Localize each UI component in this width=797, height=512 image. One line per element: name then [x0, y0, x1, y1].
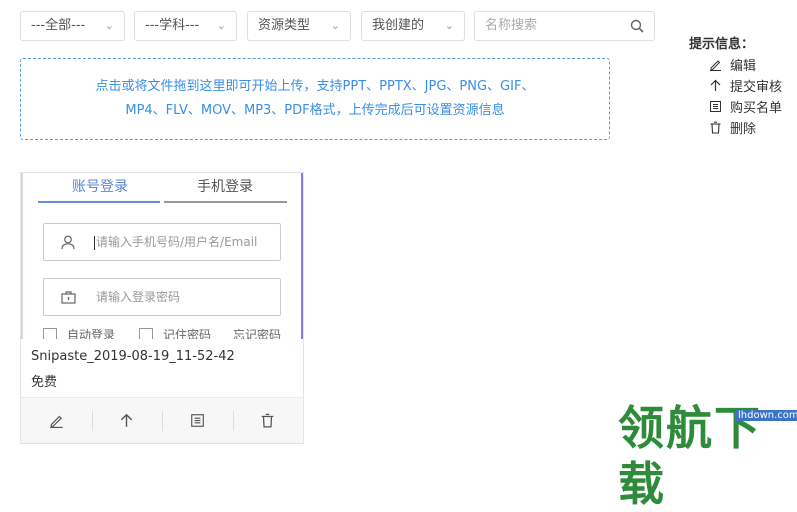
chevron-down-icon: ⌄: [104, 19, 114, 32]
auto-login-checkbox: [43, 328, 57, 339]
watermark-url: lhdown.com: [735, 410, 797, 421]
forgot-password-link: 忘记密码: [233, 328, 282, 339]
chevron-down-icon: ⌄: [444, 19, 454, 32]
list-icon: [710, 101, 721, 112]
search-icon[interactable]: [630, 19, 644, 33]
resource-thumbnail[interactable]: 账号登录 手机登录 请输入手机号码/用户名/Email 请输入登录密码 自动登录…: [21, 173, 303, 339]
filter-subject-value: ---学科---: [145, 18, 200, 33]
chevron-down-icon: ⌄: [216, 19, 226, 32]
resource-card[interactable]: 账号登录 手机登录 请输入手机号码/用户名/Email 请输入登录密码 自动登录…: [20, 172, 304, 444]
hint-row-buyers: 购买名单: [689, 96, 782, 117]
arrow-up-icon: [710, 79, 721, 91]
username-field-preview: 请输入手机号码/用户名/Email: [43, 223, 281, 261]
filter-subject-select[interactable]: ---学科--- ⌄: [134, 11, 237, 41]
hint-title: 提示信息：: [689, 37, 755, 52]
card-action-bar: [21, 397, 303, 443]
hint-panel: 提示信息： 编辑 提交审核 购买名单 删除: [689, 33, 782, 138]
search-input[interactable]: 名称搜索: [474, 11, 655, 41]
hint-row-edit: 编辑: [689, 54, 782, 75]
submit-review-button[interactable]: [91, 398, 163, 443]
edit-icon: [49, 415, 63, 428]
resource-filename: Snipaste_2019-08-19_11-52-42: [31, 349, 235, 364]
hint-row-submit: 提交审核: [689, 75, 782, 96]
filter-all-value: ---全部---: [31, 18, 86, 33]
trash-icon: [261, 413, 274, 428]
thumbnail-edge: [21, 173, 23, 339]
hint-row-delete: 删除: [689, 117, 782, 138]
filter-mine-value: 我创建的: [372, 18, 425, 33]
user-icon: [61, 235, 75, 250]
filter-type-select[interactable]: 资源类型 ⌄: [247, 11, 351, 41]
chevron-down-icon: ⌄: [330, 19, 340, 32]
resource-price: 免费: [31, 375, 58, 390]
password-field-preview: 请输入登录密码: [43, 278, 281, 316]
tab-account-login: 账号登录: [72, 179, 128, 195]
hint-label-delete: 删除: [730, 122, 757, 137]
tab-underline: [164, 201, 287, 203]
thumbnail-edge: [301, 173, 303, 339]
remember-label: 记住密码: [163, 328, 212, 339]
hint-label-edit: 编辑: [730, 59, 757, 74]
username-placeholder: 请输入手机号码/用户名/Email: [96, 235, 258, 249]
list-icon: [190, 414, 204, 427]
hint-label-submit: 提交审核: [730, 80, 783, 95]
delete-button[interactable]: [232, 398, 304, 443]
filter-type-value: 资源类型: [258, 18, 311, 33]
edit-button[interactable]: [21, 398, 92, 443]
upload-dropzone[interactable]: 点击或将文件拖到这里即可开始上传，支持PPT、PPTX、JPG、PNG、GIF、…: [20, 58, 610, 140]
trash-icon: [710, 121, 721, 134]
buyer-list-button[interactable]: [162, 398, 233, 443]
remember-checkbox: [139, 328, 153, 339]
search-placeholder: 名称搜索: [485, 18, 538, 33]
arrow-up-icon: [121, 413, 133, 427]
text-caret: [94, 235, 95, 250]
upload-text-line1: 点击或将文件拖到这里即可开始上传，支持PPT、PPTX、JPG、PNG、GIF、: [95, 79, 535, 94]
edit-icon: [710, 60, 721, 71]
upload-text-line2: MP4、FLV、MOV、MP3、PDF格式，上传完成后可设置资源信息: [125, 103, 505, 118]
hint-label-buyers: 购买名单: [730, 101, 783, 116]
tab-underline-active: [38, 201, 160, 203]
filter-mine-select[interactable]: 我创建的 ⌄: [361, 11, 465, 41]
tab-phone-login: 手机登录: [197, 179, 253, 195]
password-placeholder: 请输入登录密码: [96, 290, 181, 304]
lock-icon: [61, 291, 76, 304]
auto-login-label: 自动登录: [67, 328, 116, 339]
filter-all-select[interactable]: ---全部--- ⌄: [20, 11, 125, 41]
